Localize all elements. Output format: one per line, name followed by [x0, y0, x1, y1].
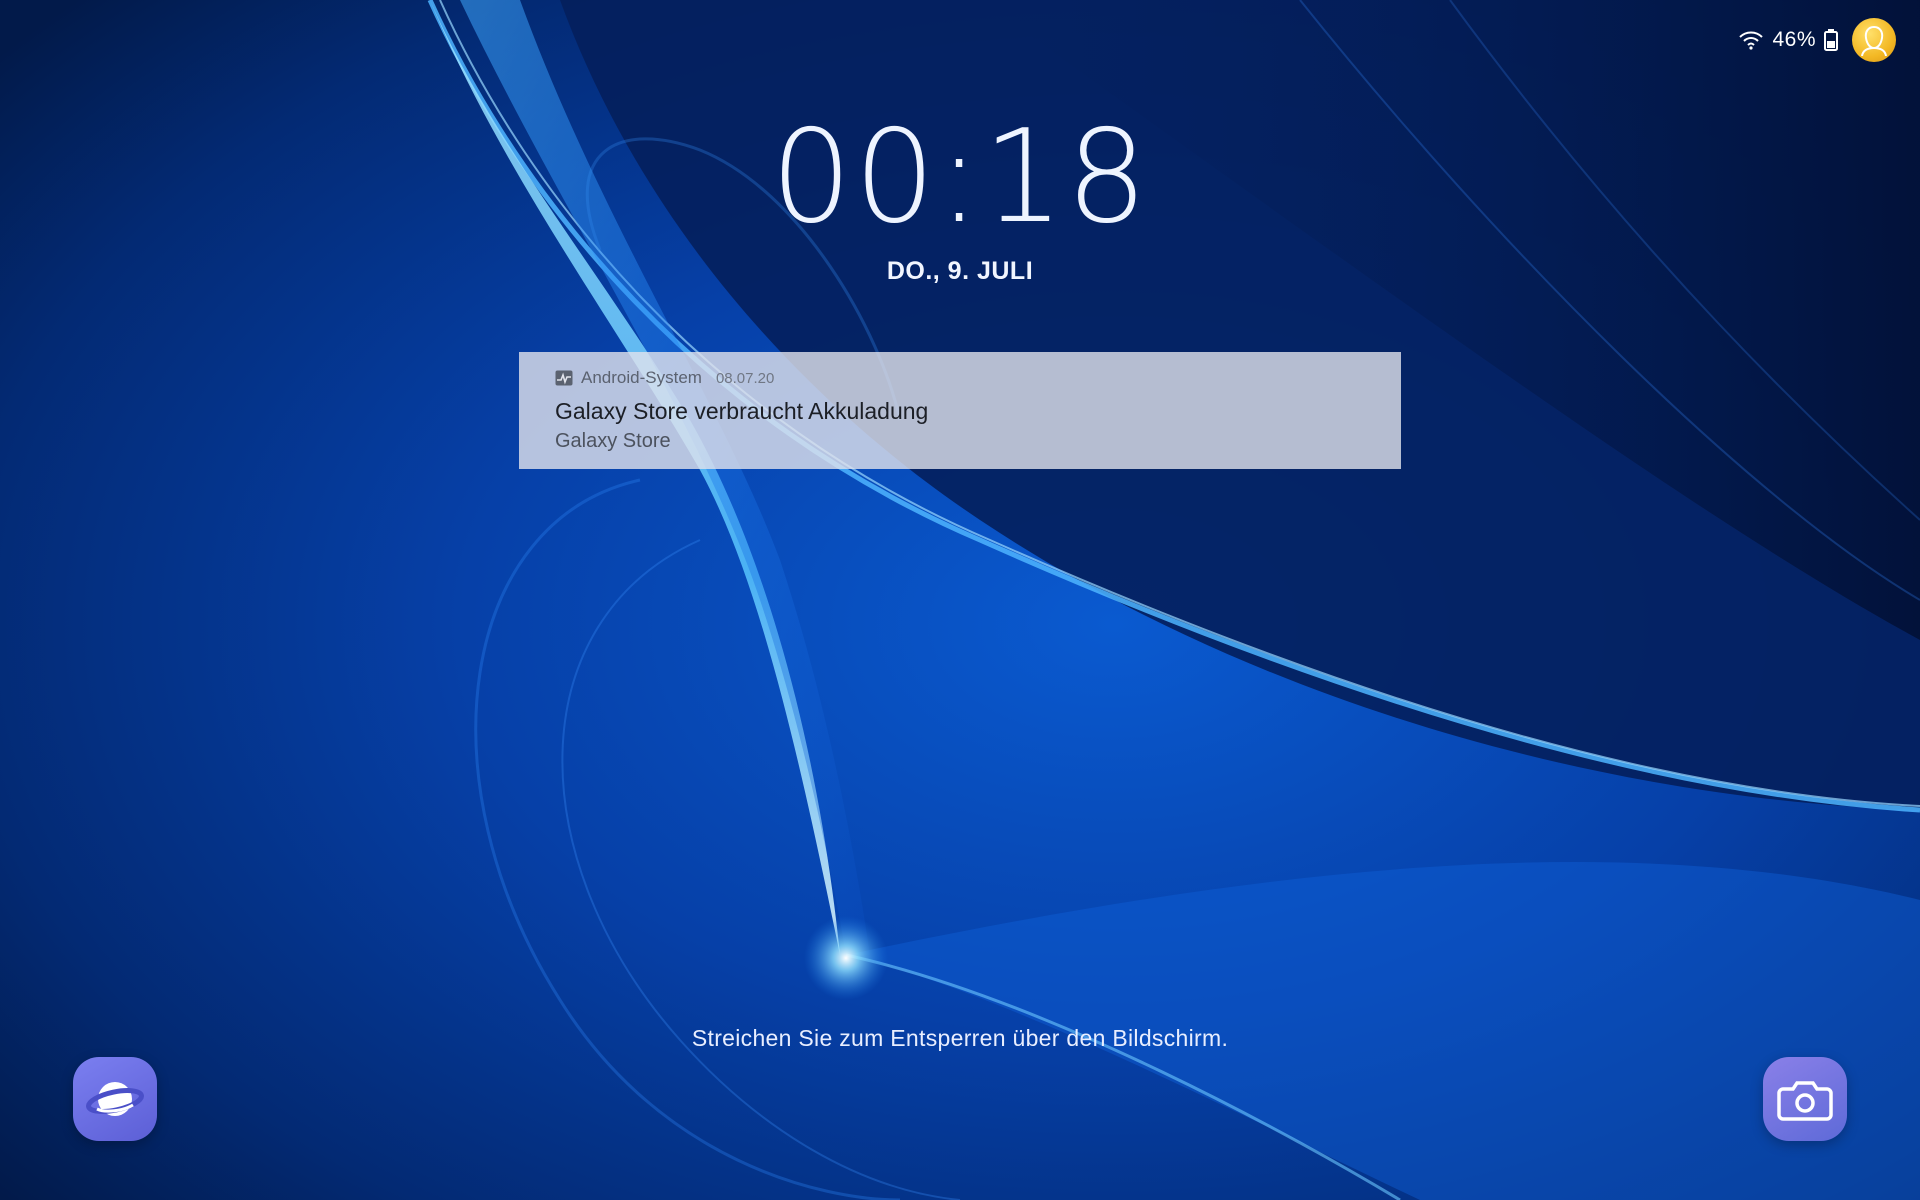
- internet-browser-icon: [86, 1082, 144, 1116]
- lockscreen-date: DO., 9. JULI: [886, 257, 1034, 285]
- unlock-hint: Streichen Sie zum Entsperren über den Bi…: [691, 1025, 1229, 1051]
- notification-timestamp: 08.07.20: [715, 369, 775, 387]
- wifi-icon: [1738, 30, 1764, 50]
- notification-card[interactable]: Android-System 08.07.20 Galaxy Store ver…: [519, 352, 1401, 469]
- status-bar: 46%: [1738, 18, 1896, 62]
- internet-browser-shortcut[interactable]: [73, 1057, 157, 1141]
- notification-header: Android-System 08.07.20: [555, 366, 1365, 390]
- battery-icon: [1824, 29, 1838, 51]
- notification-app-name: Android-System: [581, 368, 702, 387]
- battery-percentage: 46%: [1772, 28, 1816, 51]
- lockscreen-clock: 00:18: [770, 103, 1150, 252]
- camera-shortcut[interactable]: [1763, 1057, 1847, 1141]
- lock-screen[interactable]: 46% 00:18 DO., 9. JULI Android-System 08…: [0, 0, 1920, 1200]
- notification-body: Galaxy Store: [555, 430, 671, 452]
- activity-chart-icon: [555, 370, 573, 386]
- user-avatar-icon[interactable]: [1852, 18, 1896, 62]
- camera-icon: [1777, 1081, 1833, 1121]
- notification-title: Galaxy Store verbraucht Akkuladung: [555, 398, 929, 424]
